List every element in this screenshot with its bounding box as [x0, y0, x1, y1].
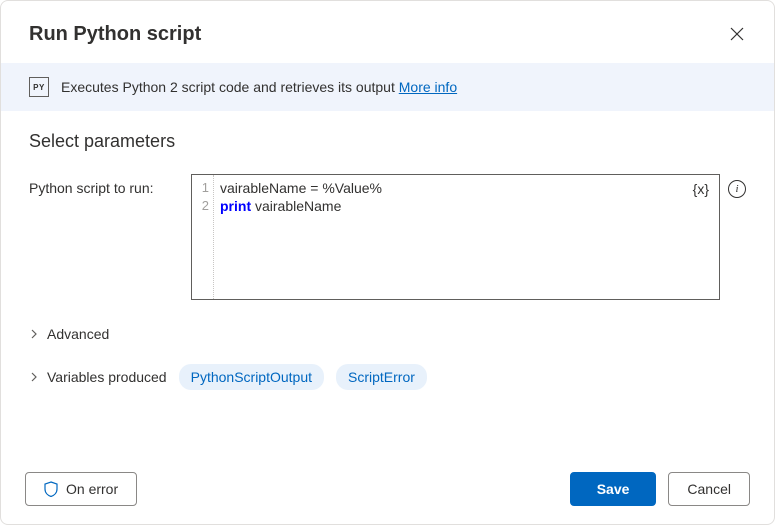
info-text: Executes Python 2 script code and retrie…	[61, 79, 457, 95]
shield-icon	[44, 481, 58, 497]
dialog-body: Select parameters Python script to run: …	[1, 111, 774, 454]
variables-produced-expander[interactable]: Variables produced	[29, 369, 167, 385]
param-row-script: Python script to run: 1 2 vairableName =…	[29, 174, 746, 300]
chevron-right-icon	[29, 329, 39, 339]
info-bar: PY Executes Python 2 script code and ret…	[1, 63, 774, 111]
more-info-link[interactable]: More info	[399, 79, 457, 95]
param-label-script: Python script to run:	[29, 174, 179, 196]
editor-wrap: 1 2 vairableName = %Value% print vairabl…	[191, 174, 746, 300]
on-error-label: On error	[66, 481, 118, 497]
variable-pill[interactable]: ScriptError	[336, 364, 427, 390]
advanced-expander[interactable]: Advanced	[29, 326, 746, 342]
line-number: 2	[192, 197, 213, 215]
advanced-label: Advanced	[47, 326, 109, 342]
code-editor[interactable]: 1 2 vairableName = %Value% print vairabl…	[191, 174, 720, 300]
line-number: 1	[192, 179, 213, 197]
editor-code[interactable]: vairableName = %Value% print vairableNam…	[214, 175, 719, 299]
dialog: Run Python script PY Executes Python 2 s…	[0, 0, 775, 525]
on-error-button[interactable]: On error	[25, 472, 137, 506]
close-icon	[730, 27, 744, 41]
section-heading: Select parameters	[29, 131, 746, 152]
info-icon[interactable]: i	[728, 180, 746, 198]
dialog-title: Run Python script	[29, 23, 201, 46]
save-button[interactable]: Save	[570, 472, 657, 506]
variables-produced-row: Variables produced PythonScriptOutput Sc…	[29, 364, 746, 390]
code-line: print vairableName	[220, 197, 713, 215]
dialog-header: Run Python script	[1, 1, 774, 63]
close-button[interactable]	[724, 21, 750, 47]
insert-variable-button[interactable]: {x}	[693, 181, 709, 197]
variables-produced-label: Variables produced	[47, 369, 167, 385]
chevron-right-icon	[29, 372, 39, 382]
dialog-footer: On error Save Cancel	[1, 454, 774, 524]
cancel-button[interactable]: Cancel	[668, 472, 750, 506]
code-line: vairableName = %Value%	[220, 179, 713, 197]
python-badge-icon: PY	[29, 77, 49, 97]
variable-pill[interactable]: PythonScriptOutput	[179, 364, 324, 390]
editor-gutter: 1 2	[192, 175, 214, 299]
